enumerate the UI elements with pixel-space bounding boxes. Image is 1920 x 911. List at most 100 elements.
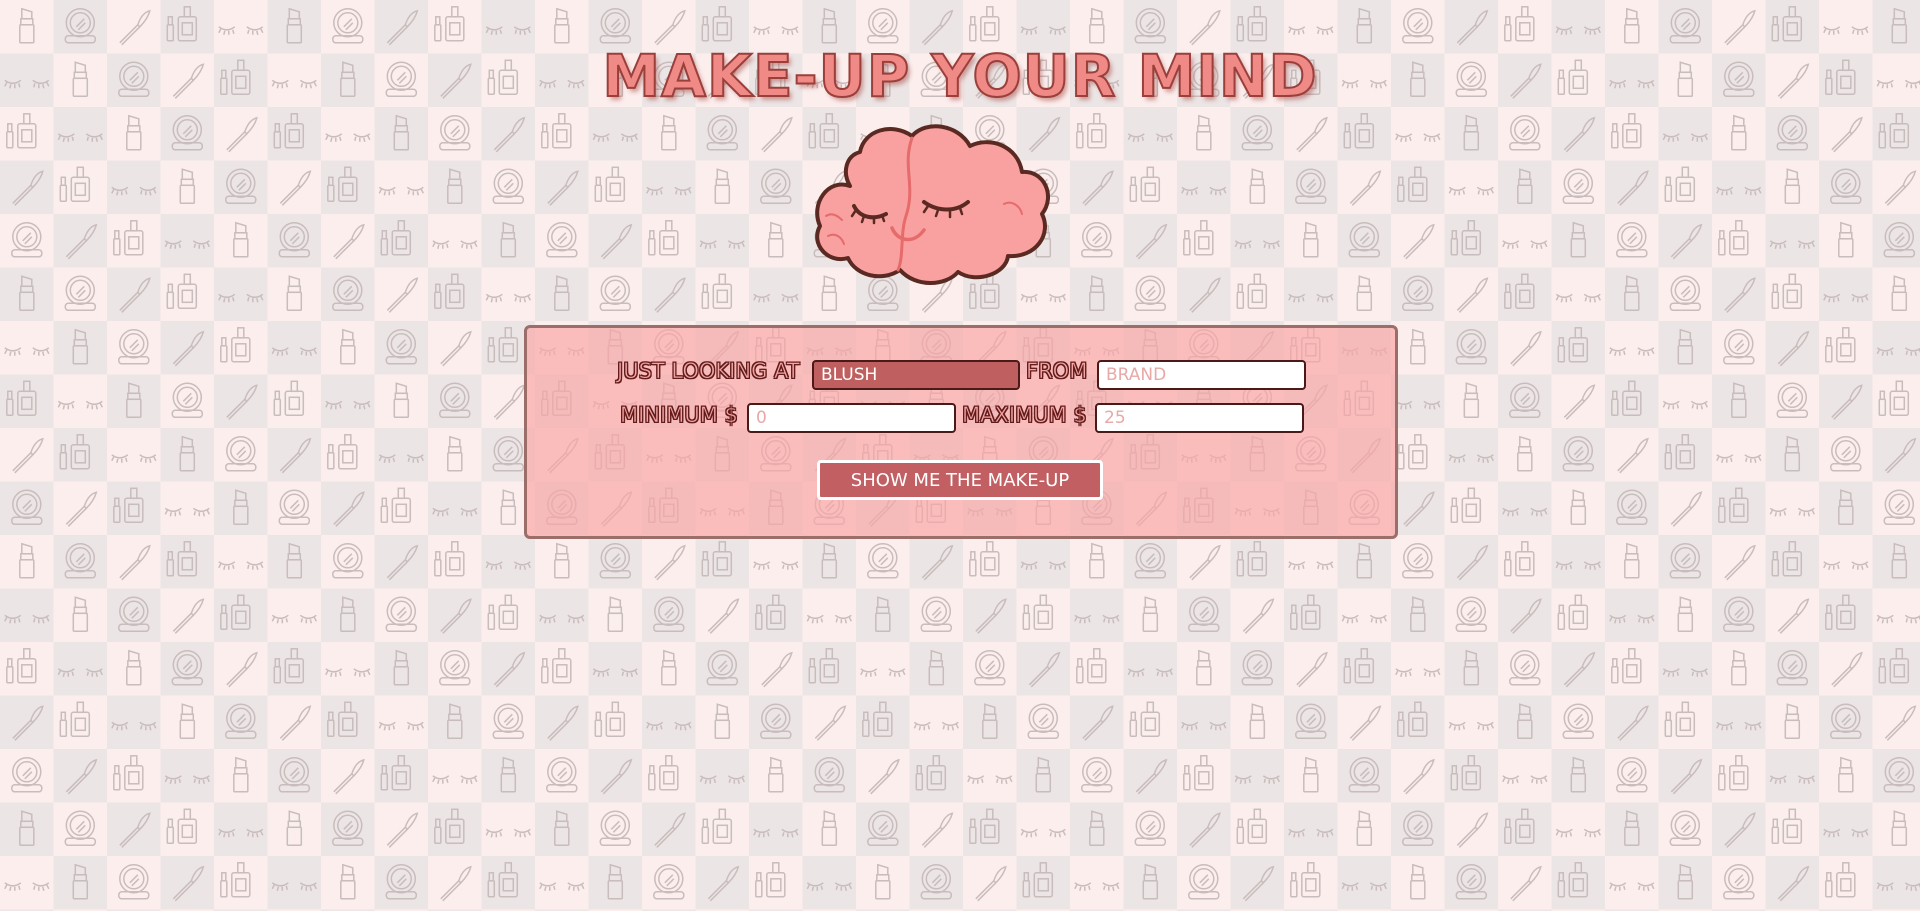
makeup-brush-icon	[1349, 705, 1382, 742]
compact-mirror-icon	[171, 382, 204, 419]
nail-polish-icon	[701, 808, 733, 845]
nail-polish-icon	[220, 327, 251, 363]
lipstick-icon	[179, 436, 196, 472]
makeup-brush-icon	[1456, 10, 1489, 46]
makeup-brush-icon	[279, 170, 312, 207]
eyelashes-icon	[806, 614, 853, 625]
nail-polish-icon	[701, 273, 733, 310]
compact-mirror-icon	[118, 329, 150, 365]
makeup-brush-icon	[1296, 117, 1328, 153]
compact-mirror-icon	[1562, 703, 1595, 740]
nail-polish-icon	[1129, 166, 1161, 203]
compact-mirror-icon	[64, 543, 97, 579]
lipstick-icon	[72, 864, 89, 900]
brand-input[interactable]	[1097, 360, 1306, 390]
eyelashes-icon	[1876, 614, 1920, 625]
lipstick-icon	[1089, 810, 1105, 847]
compact-mirror-icon	[171, 650, 204, 686]
lipstick-icon	[607, 596, 624, 633]
eyelashes-icon	[1395, 133, 1441, 143]
makeup-brush-icon	[1403, 759, 1435, 795]
compact-mirror-icon	[706, 115, 739, 151]
lipstick-icon	[1303, 222, 1319, 258]
eyelashes-icon	[1876, 882, 1920, 892]
nail-polish-icon	[487, 327, 519, 363]
nail-polish-icon	[380, 487, 412, 524]
nail-polish-icon	[1878, 113, 1910, 149]
nail-polish-icon	[1611, 380, 1642, 417]
eyelashes-icon	[218, 293, 264, 304]
nail-polish-icon	[166, 808, 198, 845]
lipstick-icon	[500, 489, 517, 526]
compact-mirror-icon	[1455, 329, 1488, 365]
eyelashes-icon	[57, 668, 104, 678]
search-form-panel: JUST LOOKING AT FROM MINIMUM $ MAXIMUM $…	[524, 325, 1398, 539]
brain-mascot-icon	[815, 124, 1050, 285]
lipstick-icon	[1731, 650, 1747, 686]
minimum-price-input[interactable]	[747, 403, 956, 433]
nail-polish-icon	[273, 648, 305, 684]
lipstick-icon	[1731, 115, 1747, 151]
compact-mirror-icon	[1830, 436, 1862, 472]
eyelashes-icon	[1181, 186, 1227, 197]
eyelashes-icon	[1716, 454, 1762, 464]
makeup-brush-icon	[1082, 705, 1114, 742]
makeup-brush-icon	[1189, 277, 1221, 314]
nail-polish-icon	[113, 220, 144, 256]
eyelashes-icon	[1395, 400, 1441, 411]
lipstick-icon	[126, 650, 142, 686]
compact-mirror-icon	[1241, 650, 1274, 686]
makeup-brush-icon	[814, 705, 847, 742]
lipstick-icon	[179, 703, 196, 740]
eyelashes-icon	[1288, 26, 1334, 36]
makeup-brush-icon	[761, 652, 793, 688]
lipstick-icon	[1570, 757, 1587, 793]
nail-polish-icon	[1236, 541, 1268, 577]
nail-polish-icon	[1450, 755, 1482, 791]
compact-mirror-icon	[1669, 275, 1702, 312]
maximum-price-input[interactable]	[1095, 403, 1304, 433]
compact-mirror-icon	[1830, 703, 1862, 740]
eyelashes-icon	[1555, 26, 1602, 36]
makeup-brush-icon	[1135, 224, 1168, 260]
lipstick-icon	[821, 543, 838, 579]
makeup-brush-icon	[1189, 812, 1221, 849]
eyelashes-icon	[753, 26, 799, 36]
lipstick-icon	[500, 222, 517, 258]
lipstick-icon	[607, 864, 624, 900]
nail-polish-icon	[1343, 113, 1375, 149]
nail-polish-icon	[594, 701, 626, 738]
makeup-brush-icon	[868, 759, 900, 795]
compact-mirror-icon	[332, 543, 364, 579]
eyelashes-icon	[57, 133, 104, 143]
lipstick-icon	[1677, 864, 1694, 900]
nail-polish-icon	[220, 862, 251, 898]
makeup-brush-icon	[1670, 759, 1703, 795]
eyelashes-icon	[699, 775, 746, 785]
lipstick-icon	[554, 275, 570, 312]
makeup-brush-icon	[65, 224, 98, 260]
makeup-brush-icon	[119, 277, 151, 314]
nail-polish-icon	[1771, 808, 1803, 845]
eyelashes-icon	[1502, 775, 1548, 785]
makeup-brush-icon	[1724, 812, 1756, 849]
nail-polish-icon	[1664, 701, 1696, 738]
compact-mirror-icon	[385, 596, 418, 633]
compact-mirror-icon	[1509, 115, 1541, 151]
nail-polish-icon	[1183, 755, 1214, 791]
lipstick-icon	[1784, 168, 1801, 205]
lipstick-icon	[72, 329, 89, 365]
lipstick-icon	[554, 543, 570, 579]
compact-mirror-icon	[1295, 703, 1327, 740]
eyelashes-icon	[111, 721, 157, 732]
compact-mirror-icon	[1348, 757, 1381, 793]
product-input[interactable]	[812, 360, 1020, 390]
makeup-brush-icon	[493, 652, 526, 688]
eyelashes-icon	[1020, 561, 1067, 571]
nail-polish-icon	[6, 380, 37, 417]
lipstick-icon	[1463, 382, 1480, 419]
lipstick-icon	[286, 275, 303, 312]
eyelashes-icon	[1769, 775, 1816, 785]
eyelashes-icon	[1502, 507, 1548, 518]
show-makeup-button[interactable]: SHOW ME THE MAKE-UP	[817, 460, 1103, 500]
